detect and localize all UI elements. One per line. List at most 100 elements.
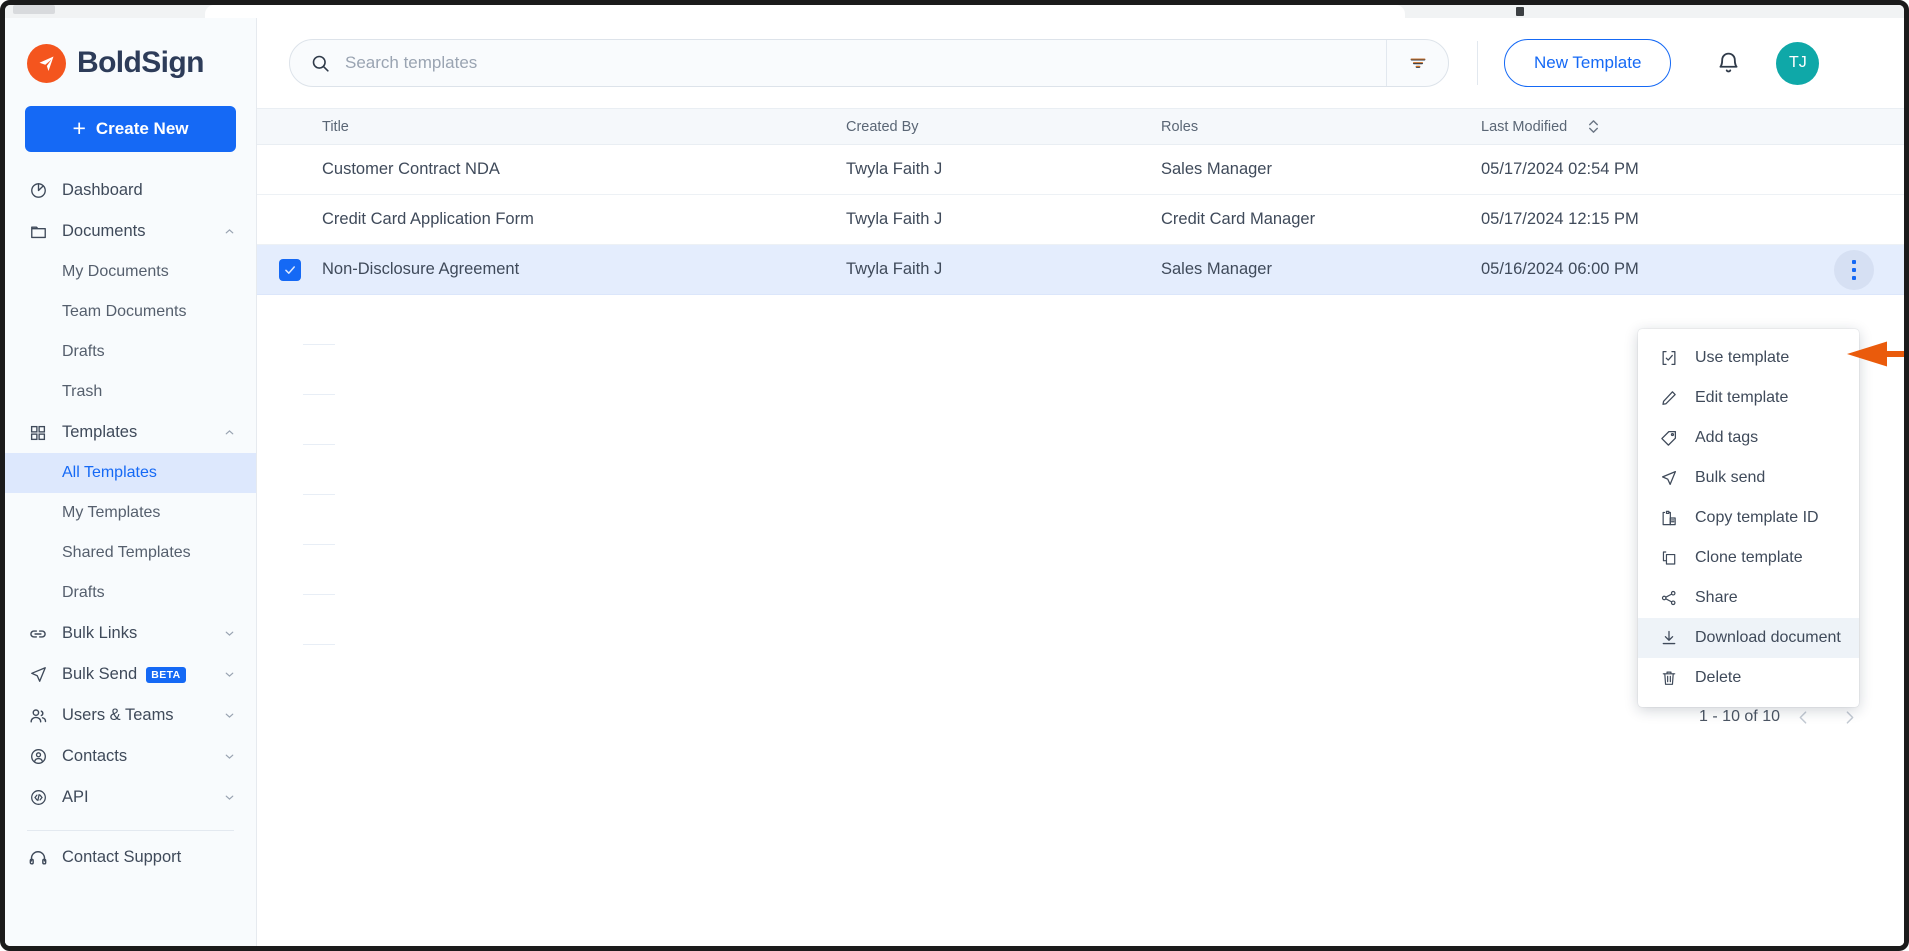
- cell-created-by: Twyla Faith J: [846, 260, 943, 278]
- menu-item-label: Copy template ID: [1695, 509, 1819, 526]
- menu-item-label: Clone template: [1695, 549, 1803, 566]
- cell-title: Non-Disclosure Agreement: [322, 260, 520, 278]
- row-checkbox-checked[interactable]: [278, 258, 301, 281]
- menu-item-delete[interactable]: Delete: [1638, 658, 1859, 698]
- browser-chrome-block: [13, 5, 55, 14]
- chevron-left-icon[interactable]: [1780, 709, 1826, 726]
- column-header-roles[interactable]: Roles: [1161, 119, 1481, 135]
- brand-name: BoldSign: [77, 46, 204, 79]
- sidebar-item-team-documents[interactable]: Team Documents: [5, 292, 256, 332]
- kebab-dot: [1852, 267, 1856, 272]
- sidebar-item-templates[interactable]: Templates: [5, 412, 256, 453]
- sidebar-item-all-templates[interactable]: All Templates: [5, 453, 256, 493]
- cell-last-modified: 05/17/2024 02:54 PM: [1481, 160, 1639, 178]
- browser-chrome-control[interactable]: [1516, 7, 1524, 16]
- sidebar-item-label: Contact Support: [62, 848, 182, 866]
- chevron-down-icon[interactable]: [223, 627, 236, 640]
- menu-item-use-template[interactable]: Use template: [1638, 338, 1859, 378]
- tag-icon: [1658, 429, 1679, 447]
- sidebar-item-my-templates[interactable]: My Templates: [5, 493, 256, 533]
- cell-roles: Sales Manager: [1161, 160, 1272, 178]
- chevron-right-icon[interactable]: [1826, 709, 1872, 726]
- sidebar-item-dashboard[interactable]: Dashboard: [5, 170, 256, 211]
- pie-chart-icon: [27, 181, 49, 200]
- grid-icon: [27, 424, 49, 442]
- sidebar-divider: [27, 830, 234, 831]
- sort-updown-icon[interactable]: [1587, 118, 1600, 135]
- send-icon: [1658, 469, 1679, 487]
- sidebar-item-documents-drafts[interactable]: Drafts: [5, 332, 256, 372]
- search-bar[interactable]: [289, 39, 1449, 87]
- chevron-down-icon[interactable]: [223, 668, 236, 681]
- chevron-up-icon[interactable]: [223, 225, 236, 238]
- create-new-button[interactable]: + Create New: [25, 106, 236, 152]
- menu-item-share[interactable]: Share: [1638, 578, 1859, 618]
- sidebar-item-api[interactable]: API: [5, 777, 256, 818]
- sidebar-item-label: Documents: [62, 222, 146, 240]
- users-icon: [27, 706, 49, 726]
- sidebar-item-label: Drafts: [62, 584, 105, 601]
- sidebar-item-documents[interactable]: Documents: [5, 211, 256, 252]
- beta-badge: BETA: [146, 666, 186, 683]
- sidebar-item-label: My Documents: [62, 263, 169, 280]
- avatar[interactable]: TJ: [1776, 41, 1820, 85]
- menu-item-edit-template[interactable]: Edit template: [1638, 378, 1859, 418]
- screenshot-frame: BoldSign + Create New Dashboard Document…: [0, 0, 1909, 951]
- menu-item-clone-template[interactable]: Clone template: [1638, 538, 1859, 578]
- boldsign-app: BoldSign + Create New Dashboard Document…: [5, 18, 1904, 946]
- row-checkbox-cell[interactable]: [257, 258, 322, 281]
- menu-item-label: Share: [1695, 589, 1738, 606]
- cell-created-by: Twyla Faith J: [846, 210, 943, 228]
- sidebar-item-label: Shared Templates: [62, 544, 191, 561]
- table-row[interactable]: Credit Card Application Form Twyla Faith…: [257, 195, 1904, 245]
- sidebar: BoldSign + Create New Dashboard Document…: [5, 18, 257, 946]
- menu-item-copy-template-id[interactable]: Copy template ID: [1638, 498, 1859, 538]
- menu-item-label: Bulk send: [1695, 469, 1766, 486]
- sidebar-item-trash[interactable]: Trash: [5, 372, 256, 412]
- headset-icon: [27, 848, 49, 868]
- bell-icon[interactable]: [1715, 50, 1742, 77]
- column-header-created-by[interactable]: Created By: [846, 119, 1161, 135]
- new-template-button[interactable]: New Template: [1504, 39, 1672, 87]
- search-input[interactable]: [345, 53, 1386, 73]
- sidebar-nav: Dashboard Documents My Documents Team Do…: [5, 170, 256, 878]
- sidebar-item-shared-templates[interactable]: Shared Templates: [5, 533, 256, 573]
- code-circle-icon: [27, 788, 49, 807]
- sidebar-item-contacts[interactable]: Contacts: [5, 736, 256, 777]
- sidebar-item-my-documents[interactable]: My Documents: [5, 252, 256, 292]
- cell-roles: Sales Manager: [1161, 260, 1272, 278]
- table-row-selected[interactable]: Non-Disclosure Agreement Twyla Faith J S…: [257, 245, 1904, 295]
- chevron-down-icon[interactable]: [223, 709, 236, 722]
- column-header-last-modified[interactable]: Last Modified: [1481, 118, 1904, 135]
- sidebar-item-label: API: [62, 788, 89, 806]
- sidebar-item-templates-drafts[interactable]: Drafts: [5, 573, 256, 613]
- kebab-dot: [1852, 275, 1856, 280]
- chevron-down-icon[interactable]: [223, 750, 236, 763]
- sidebar-item-label: Bulk Send: [62, 665, 138, 683]
- column-header-title[interactable]: Title: [322, 119, 846, 135]
- brand-logo[interactable]: BoldSign: [5, 32, 256, 84]
- menu-item-bulk-send[interactable]: Bulk send: [1638, 458, 1859, 498]
- sidebar-item-label: All Templates: [62, 464, 157, 481]
- chevron-down-icon[interactable]: [223, 791, 236, 804]
- chevron-up-icon[interactable]: [223, 426, 236, 439]
- search-icon: [310, 53, 331, 74]
- table-row[interactable]: Customer Contract NDA Twyla Faith J Sale…: [257, 145, 1904, 195]
- main-content: New Template TJ Title Created By: [257, 18, 1904, 946]
- menu-item-label: Delete: [1695, 669, 1742, 686]
- row-actions-kebab-button[interactable]: [1834, 249, 1874, 290]
- sidebar-item-label: Dashboard: [62, 181, 143, 199]
- menu-item-download-document[interactable]: Download document: [1638, 618, 1859, 658]
- sidebar-item-bulk-send[interactable]: Bulk Send BETA: [5, 654, 256, 695]
- sidebar-item-users-teams[interactable]: Users & Teams: [5, 695, 256, 736]
- sidebar-item-bulk-links[interactable]: Bulk Links: [5, 613, 256, 654]
- menu-item-label: Use template: [1695, 349, 1790, 366]
- boldsign-paper-plane-icon: [27, 43, 66, 83]
- sidebar-item-contact-support[interactable]: Contact Support: [5, 837, 256, 878]
- sidebar-item-label: Drafts: [62, 343, 105, 360]
- menu-item-add-tags[interactable]: Add tags: [1638, 418, 1859, 458]
- download-icon: [1658, 629, 1679, 647]
- filter-icon[interactable]: [1386, 40, 1448, 86]
- browser-tab[interactable]: [205, 5, 1405, 18]
- table-header-row: Title Created By Roles Last Modified: [257, 108, 1904, 145]
